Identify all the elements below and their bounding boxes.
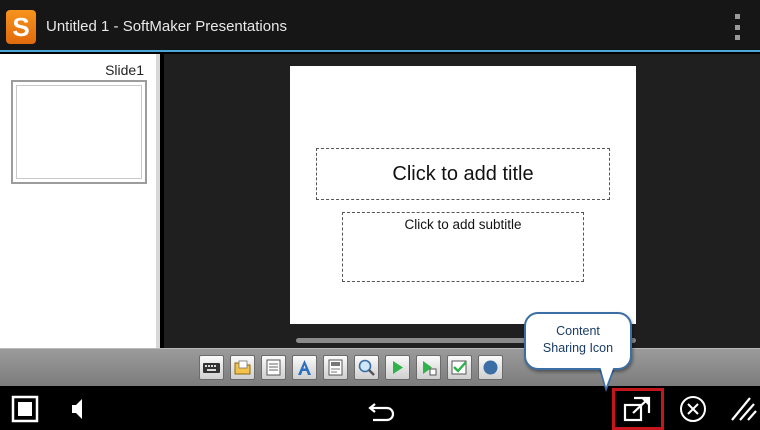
callout-line-2: Sharing Icon [542, 341, 614, 355]
overflow-menu-icon[interactable] [735, 14, 741, 40]
app-logo[interactable]: S [6, 10, 36, 44]
keyboard-icon[interactable] [199, 355, 224, 380]
slide-thumbnail-label: Slide1 [105, 62, 144, 78]
resize-handle-icon[interactable] [724, 392, 758, 426]
highlight-box [612, 388, 664, 430]
title-bar: S Untitled 1 - SoftMaker Presentations [0, 0, 760, 52]
text-format-icon[interactable] [292, 355, 317, 380]
close-icon[interactable] [676, 392, 710, 426]
slide-layout-icon[interactable] [261, 355, 286, 380]
slide-canvas[interactable]: Click to add title Click to add subtitle [290, 66, 636, 324]
slides-panel: Slide1 [0, 54, 160, 348]
volume-icon[interactable] [64, 392, 98, 426]
slide-editor: Click to add title Click to add subtitle [164, 54, 760, 348]
zoom-icon[interactable] [354, 355, 379, 380]
play-icon[interactable] [385, 355, 410, 380]
callout-label: Content Sharing Icon [524, 312, 632, 370]
slide-thumbnail[interactable] [11, 80, 147, 184]
play-from-current-icon[interactable] [416, 355, 441, 380]
subtitle-placeholder[interactable]: Click to add subtitle [342, 212, 584, 282]
callout-line-1: Content [556, 324, 600, 338]
window-title: Untitled 1 - SoftMaker Presentations [46, 18, 287, 35]
more-icon[interactable] [478, 355, 503, 380]
open-folder-icon[interactable] [230, 355, 255, 380]
back-icon[interactable] [365, 392, 399, 426]
title-placeholder[interactable]: Click to add title [316, 148, 610, 200]
callout-tail-inner [600, 366, 614, 387]
checkbox-icon[interactable] [447, 355, 472, 380]
object-properties-icon[interactable] [323, 355, 348, 380]
bottom-toolbar [0, 348, 760, 386]
recents-icon[interactable] [8, 392, 42, 426]
